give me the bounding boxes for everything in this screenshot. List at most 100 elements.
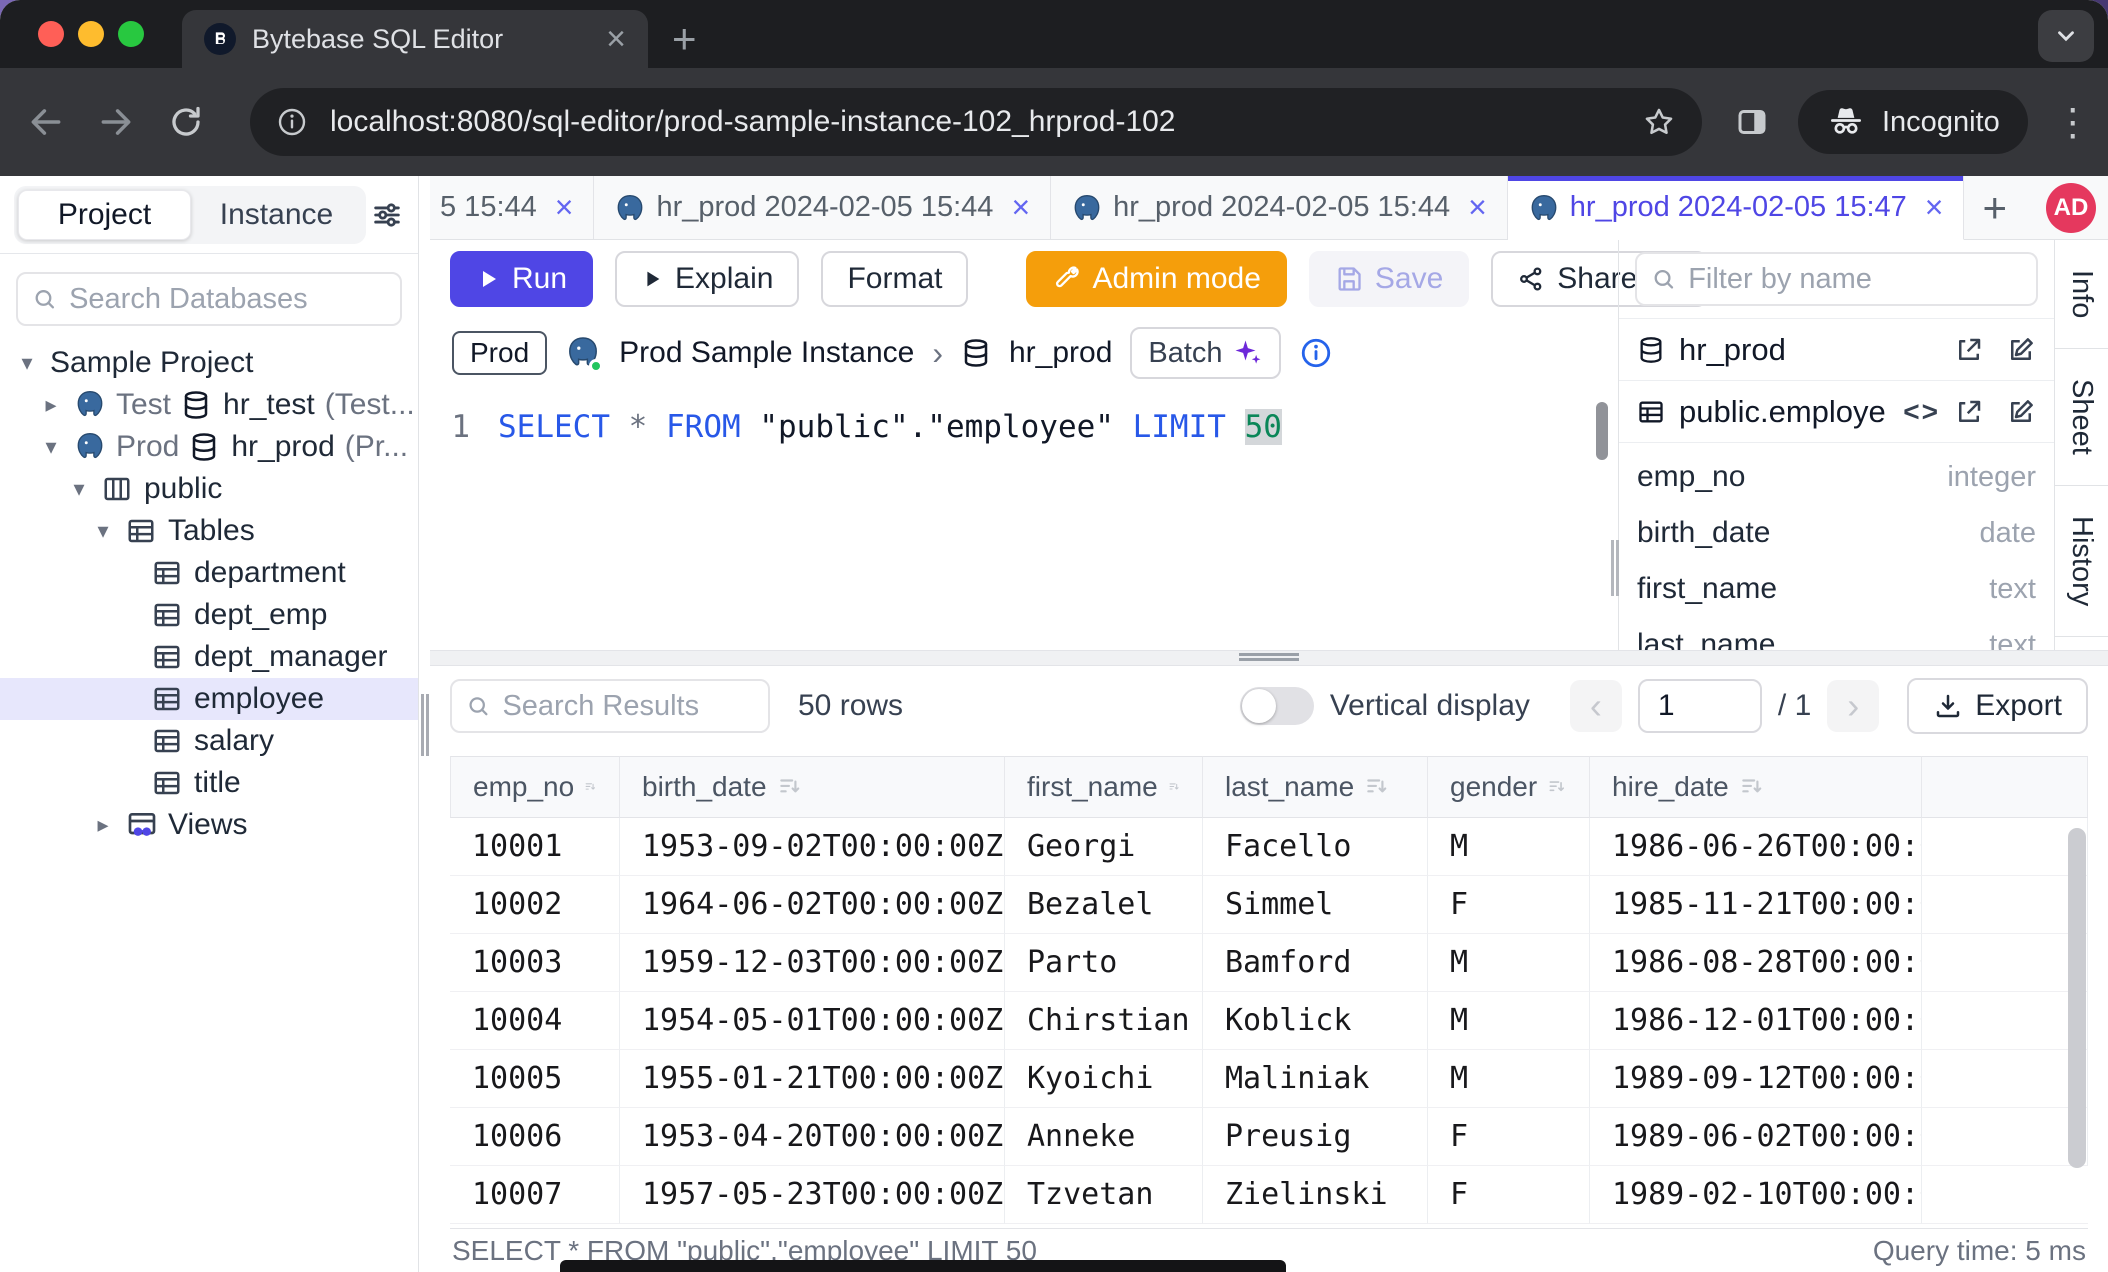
table-scrollbar-thumb[interactable]	[2068, 828, 2086, 1168]
tab-instance[interactable]: Instance	[191, 190, 362, 240]
info-icon[interactable]	[1299, 336, 1333, 370]
column-header-gender[interactable]: gender	[1428, 756, 1590, 818]
schema-filter-input[interactable]	[1688, 263, 2022, 296]
caret-right-icon[interactable]: ▸	[90, 812, 116, 838]
address-bar[interactable]: localhost:8080/sql-editor/prod-sample-in…	[250, 88, 1702, 156]
batch-button[interactable]: Batch	[1130, 327, 1280, 379]
vertical-display-toggle[interactable]	[1240, 687, 1314, 725]
prev-page-button[interactable]: ‹	[1570, 680, 1622, 732]
instance-name[interactable]: Prod Sample Instance	[619, 336, 914, 370]
side-tab-history[interactable]: History	[2055, 486, 2108, 637]
window-close-button[interactable]	[38, 21, 64, 47]
side-panel-icon[interactable]	[1734, 104, 1770, 140]
schema-filter[interactable]	[1635, 252, 2038, 306]
tree-item-hr-test[interactable]: ▸Testhr_test(Test...	[0, 384, 418, 426]
caret-down-icon[interactable]: ▾	[90, 518, 116, 544]
tree-item-department[interactable]: department	[0, 552, 418, 594]
tree-item-dept-emp[interactable]: dept_emp	[0, 594, 418, 636]
reload-icon[interactable]	[164, 100, 208, 144]
external-link-icon[interactable]	[1954, 397, 1984, 427]
editor-tab[interactable]: hr_prod 2024-02-05 15:44×	[594, 176, 1051, 239]
bookmark-star-icon[interactable]	[1642, 105, 1676, 139]
tree-item-title[interactable]: title	[0, 762, 418, 804]
site-info-icon[interactable]	[276, 106, 308, 138]
schema-table-row[interactable]: public.employe <>	[1619, 380, 2054, 442]
tree-item-salary[interactable]: salary	[0, 720, 418, 762]
back-icon[interactable]	[24, 100, 68, 144]
browser-tab-close-icon[interactable]: ×	[606, 22, 626, 56]
edit-icon[interactable]	[2006, 397, 2036, 427]
column-row-emp_no[interactable]: emp_nointeger	[1637, 449, 2036, 505]
close-tab-icon[interactable]: ×	[555, 189, 574, 226]
results-search-input[interactable]	[502, 690, 754, 723]
table-icon	[1637, 398, 1665, 426]
side-tab-sheet[interactable]: Sheet	[2055, 349, 2108, 486]
caret-down-icon[interactable]: ▾	[66, 476, 92, 502]
tab-search-button[interactable]	[2038, 10, 2094, 62]
column-header-last_name[interactable]: last_name	[1203, 756, 1428, 818]
column-header-first_name[interactable]: first_name	[1005, 756, 1203, 818]
editor-tab[interactable]: hr_prod 2024-02-05 15:47×	[1508, 176, 1965, 240]
tree-item-public[interactable]: ▾public	[0, 468, 418, 510]
sql-statement[interactable]: SELECT * FROM "public"."employee" LIMIT …	[498, 404, 1282, 450]
tree-item-employee[interactable]: employee	[0, 678, 418, 720]
view-code-icon[interactable]: <>	[1903, 396, 1940, 428]
sql-code-area[interactable]: 1 SELECT * FROM "public"."employee" LIMI…	[430, 388, 1618, 650]
caret-down-icon[interactable]: ▾	[38, 434, 64, 460]
editor-tab[interactable]: hr_prod 2024-02-05 15:44×	[1051, 176, 1508, 239]
format-button[interactable]: Format	[821, 251, 968, 307]
tree-item-tables[interactable]: ▾Tables	[0, 510, 418, 552]
side-tabstrip: InfoSheetHistory	[2054, 240, 2108, 650]
column-header-emp_no[interactable]: emp_no	[450, 756, 620, 818]
sql-token	[741, 409, 760, 445]
admin-mode-button[interactable]: Admin mode	[1026, 251, 1286, 307]
new-tab-icon[interactable]: +	[672, 18, 697, 60]
export-button[interactable]: Export	[1907, 678, 2088, 734]
database-search-input[interactable]	[69, 283, 386, 316]
side-tab-info[interactable]: Info	[2055, 240, 2108, 349]
column-header-birth_date[interactable]: birth_date	[620, 756, 1005, 818]
external-link-icon[interactable]	[1954, 335, 1984, 365]
column-row-birth_date[interactable]: birth_datedate	[1637, 505, 2036, 561]
results-resize-handle[interactable]	[1239, 653, 1299, 661]
window-zoom-button[interactable]	[118, 21, 144, 47]
close-tab-icon[interactable]: ×	[1468, 189, 1487, 226]
tree-item-views[interactable]: ▸Views	[0, 804, 418, 846]
results-search[interactable]	[450, 679, 770, 733]
tree-item-sample-project[interactable]: ▾Sample Project	[0, 342, 418, 384]
avatar[interactable]: AD	[2046, 183, 2096, 233]
caret-down-icon[interactable]: ▾	[14, 350, 40, 376]
panel-resize-handle[interactable]	[1611, 540, 1619, 596]
database-name[interactable]: hr_prod	[1009, 336, 1112, 370]
editor-tab[interactable]: 5 15:44×	[430, 176, 594, 239]
close-tab-icon[interactable]: ×	[1925, 189, 1944, 226]
tree-item-dept-manager[interactable]: dept_manager	[0, 636, 418, 678]
table-icon	[152, 642, 182, 672]
new-sheet-icon[interactable]: +	[1964, 176, 2025, 239]
caret-right-icon[interactable]: ▸	[38, 392, 64, 418]
editor-scrollbar-thumb[interactable]	[1596, 402, 1608, 460]
sidebar-resize-handle[interactable]	[421, 694, 429, 756]
schema-database-row[interactable]: hr_prod	[1619, 318, 2054, 380]
database-search[interactable]	[16, 272, 402, 326]
column-header-hire_date[interactable]: hire_date	[1590, 756, 1922, 818]
window-minimize-button[interactable]	[78, 21, 104, 47]
close-tab-icon[interactable]: ×	[1011, 189, 1030, 226]
next-page-button[interactable]: ›	[1827, 680, 1879, 732]
tab-project[interactable]: Project	[18, 190, 191, 240]
column-row-last_name[interactable]: last_nametext	[1637, 617, 2036, 650]
save-button[interactable]: Save	[1309, 251, 1469, 307]
explain-button[interactable]: Explain	[615, 251, 799, 307]
forward-icon[interactable]	[94, 100, 138, 144]
browser-menu-icon[interactable]: ⋮	[2054, 100, 2092, 145]
filter-settings-icon[interactable]	[370, 198, 404, 232]
page-number-input[interactable]	[1638, 679, 1762, 733]
edit-icon[interactable]	[2006, 335, 2036, 365]
results-resize-divider[interactable]	[430, 650, 2108, 666]
run-button[interactable]: Run	[450, 251, 593, 307]
sidebar-resize-divider[interactable]	[418, 176, 430, 1272]
column-row-first_name[interactable]: first_nametext	[1637, 561, 2036, 617]
url-text[interactable]: localhost:8080/sql-editor/prod-sample-in…	[330, 105, 1620, 139]
tree-item-hr-prod[interactable]: ▾Prodhr_prod(Pr...	[0, 426, 418, 468]
browser-tab[interactable]: Bytebase SQL Editor ×	[182, 10, 648, 68]
